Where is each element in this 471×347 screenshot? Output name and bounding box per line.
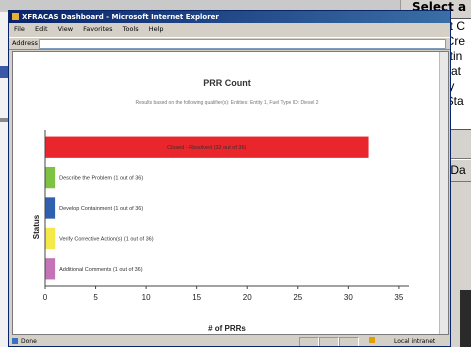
browser-menu-bar: File Edit View Favorites Tools Help — [9, 24, 450, 35]
page-content: PRR Count Results based on the following… — [12, 51, 449, 335]
bar-describe-the-problem — [45, 166, 56, 189]
menu-file[interactable]: File — [14, 25, 25, 33]
x-tick-label: 30 — [344, 293, 353, 302]
bar-develop-containment — [45, 197, 56, 219]
chart-title: PRR Count — [203, 78, 251, 88]
bar-label: Develop Containment (1 out of 36) — [59, 206, 143, 212]
bar-label: Verify Corrective Action(s) (1 out of 36… — [59, 236, 154, 242]
browser-title-bar: XFRACAS Dashboard - Microsoft Internet E… — [9, 11, 450, 23]
address-input[interactable] — [39, 39, 446, 49]
zone-text: Local intranet — [394, 338, 436, 345]
x-tick-label: 15 — [192, 293, 201, 302]
lock-icon — [369, 337, 375, 343]
x-tick-label: 25 — [293, 293, 302, 302]
menu-edit[interactable]: Edit — [35, 25, 48, 33]
status-segment — [299, 337, 319, 346]
chart-subtitle: Results based on the following qualifier… — [135, 100, 318, 106]
x-tick-label: 10 — [142, 293, 151, 302]
bar-label: Closed - Resolved (32 out of 36) — [167, 145, 246, 151]
x-axis-label: # of PRRs — [208, 324, 246, 333]
address-bar: Address — [9, 37, 450, 50]
menu-help[interactable]: Help — [149, 25, 164, 33]
background-dark-edge — [460, 290, 471, 347]
browser-window: XFRACAS Dashboard - Microsoft Internet E… — [8, 10, 451, 347]
vertical-scrollbar[interactable] — [439, 52, 448, 334]
x-tick-label: 35 — [394, 293, 403, 302]
browser-status-bar: Done Local intranet — [9, 336, 450, 346]
bar-additional-comments — [45, 258, 56, 280]
y-axis-label: Status — [32, 214, 41, 239]
menu-view[interactable]: View — [58, 25, 73, 33]
browser-title: XFRACAS Dashboard - Microsoft Internet E… — [22, 13, 219, 21]
page-status-icon — [12, 338, 18, 344]
bar-verify-corrective-action-s — [45, 227, 56, 250]
bar-label: Additional Comments (1 out of 36) — [59, 267, 143, 273]
menu-favorites[interactable]: Favorites — [83, 25, 112, 33]
status-segment — [319, 337, 339, 346]
status-text: Done — [21, 338, 37, 345]
bar-label: Describe the Problem (1 out of 36) — [59, 176, 143, 182]
menu-tools[interactable]: Tools — [123, 25, 139, 33]
status-segment — [339, 337, 359, 346]
prr-count-chart: PRR Count Results based on the following… — [32, 78, 409, 333]
x-tick-label: 20 — [243, 293, 252, 302]
x-tick-label: 0 — [43, 293, 48, 302]
address-label: Address — [12, 39, 38, 47]
x-tick-label: 5 — [93, 293, 98, 302]
ie-logo-icon — [12, 13, 19, 20]
